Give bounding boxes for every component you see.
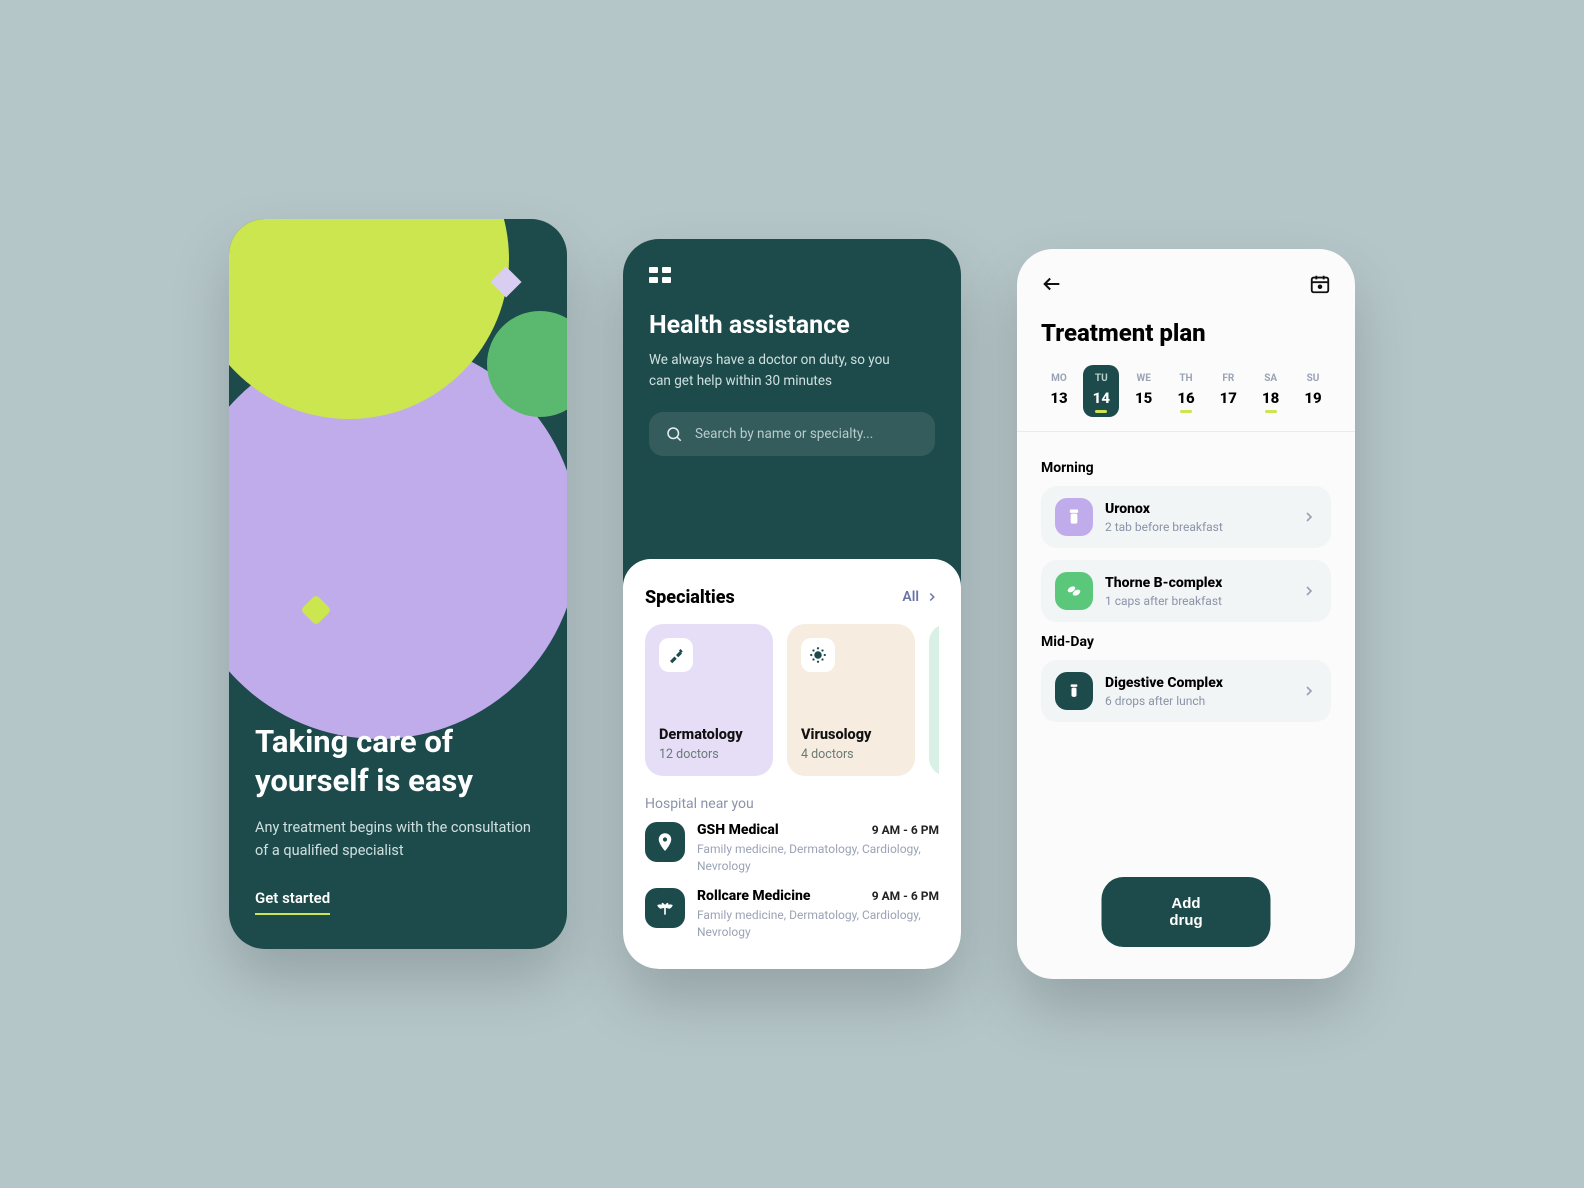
drops-icon bbox=[1055, 672, 1093, 710]
hospital-item[interactable]: GSH Medical 9 AM - 6 PM Family medicine,… bbox=[645, 822, 939, 875]
specialty-card-partial[interactable]: Ca 7 d bbox=[929, 624, 939, 776]
date-cell[interactable]: TH16 bbox=[1168, 365, 1204, 417]
home-content-card: Specialties All Dermatology 12 doctors V… bbox=[623, 559, 961, 969]
search-input[interactable]: Search by name or specialty... bbox=[649, 412, 935, 456]
add-drug-button[interactable]: Add drug bbox=[1102, 877, 1271, 947]
date-cell[interactable]: FR17 bbox=[1210, 365, 1246, 417]
onboarding-headline: Taking care of yourself is easy bbox=[255, 722, 541, 801]
back-icon[interactable] bbox=[1041, 273, 1063, 295]
drug-item[interactable]: Uronox 2 tab before breakfast bbox=[1041, 486, 1331, 548]
home-title: Health assistance bbox=[649, 311, 935, 340]
specialties-all-button[interactable]: All bbox=[902, 589, 939, 605]
date-cell[interactable]: MO13 bbox=[1041, 365, 1077, 417]
virus-icon bbox=[801, 638, 835, 672]
hospital-plant-icon bbox=[645, 888, 685, 928]
dermatology-icon bbox=[659, 638, 693, 672]
search-placeholder: Search by name or specialty... bbox=[695, 426, 873, 442]
morning-heading: Morning bbox=[1041, 460, 1331, 476]
drug-item[interactable]: Thorne B-complex 1 caps after breakfast bbox=[1041, 560, 1331, 622]
onboarding-screen: Taking care of yourself is easy Any trea… bbox=[229, 219, 567, 949]
date-cell[interactable]: TU14 bbox=[1083, 365, 1119, 417]
drug-item[interactable]: Digestive Complex 6 drops after lunch bbox=[1041, 660, 1331, 722]
date-cell[interactable]: SU19 bbox=[1295, 365, 1331, 417]
chevron-right-icon bbox=[1301, 509, 1317, 525]
hospital-pin-icon bbox=[645, 822, 685, 862]
treatment-title: Treatment plan bbox=[1041, 319, 1331, 347]
chevron-right-icon bbox=[925, 590, 939, 604]
date-cell[interactable]: WE15 bbox=[1126, 365, 1162, 417]
pill-bottle-icon bbox=[1055, 498, 1093, 536]
capsule-icon bbox=[1055, 572, 1093, 610]
search-icon bbox=[665, 425, 683, 443]
onboarding-subtitle: Any treatment begins with the consultati… bbox=[255, 817, 541, 862]
home-subtitle: We always have a doctor on duty, so you … bbox=[649, 350, 909, 392]
home-screen: Health assistance We always have a docto… bbox=[623, 239, 961, 969]
hospital-heading: Hospital near you bbox=[645, 796, 939, 812]
date-cell[interactable]: SA18 bbox=[1253, 365, 1289, 417]
specialty-card-virusology[interactable]: Virusology 4 doctors bbox=[787, 624, 915, 776]
onboarding-artwork bbox=[229, 219, 567, 619]
hospital-item[interactable]: Rollcare Medicine 9 AM - 6 PM Family med… bbox=[645, 888, 939, 941]
treatment-screen: Treatment plan MO13TU14WE15TH16FR17SA18S… bbox=[1017, 249, 1355, 979]
menu-icon[interactable] bbox=[649, 267, 671, 283]
specialties-heading: Specialties bbox=[645, 587, 735, 608]
get-started-button[interactable]: Get started bbox=[255, 889, 330, 915]
calendar-icon[interactable] bbox=[1309, 273, 1331, 295]
date-selector: MO13TU14WE15TH16FR17SA18SU19 bbox=[1041, 365, 1331, 417]
specialty-card-dermatology[interactable]: Dermatology 12 doctors bbox=[645, 624, 773, 776]
chevron-right-icon bbox=[1301, 683, 1317, 699]
midday-heading: Mid-Day bbox=[1041, 634, 1331, 650]
chevron-right-icon bbox=[1301, 583, 1317, 599]
